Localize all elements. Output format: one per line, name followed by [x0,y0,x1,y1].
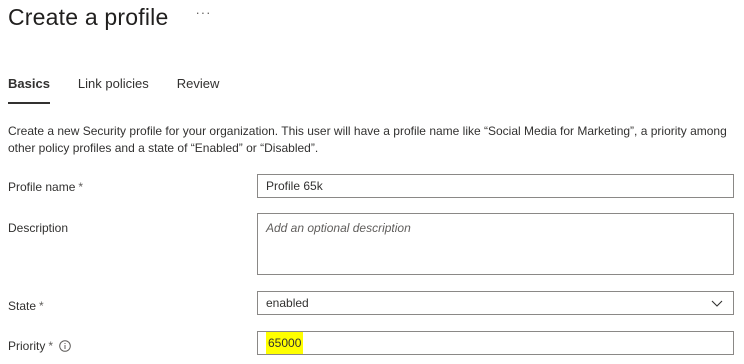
state-selected-value: enabled [266,296,309,310]
state-dropdown[interactable]: enabled [257,291,734,315]
priority-label-text: Priority [8,339,46,353]
intro-description: Create a new Security profile for your o… [8,124,727,155]
priority-value: 65000 [266,332,304,354]
state-label-text: State [8,299,37,313]
page-header: Create a profile ··· [8,0,211,40]
description-label-text: Description [8,221,69,235]
description-textarea[interactable] [257,213,734,275]
profile-name-label-text: Profile name [8,180,76,194]
more-options-button[interactable]: ··· [195,5,211,20]
state-label: State * [8,299,44,313]
profile-name-input[interactable] [257,174,734,198]
info-icon[interactable] [59,340,71,352]
profile-name-label: Profile name * [8,180,83,194]
tab-basics[interactable]: Basics [8,74,50,106]
description-label: Description [8,221,68,235]
required-marker: * [48,339,54,353]
tab-link-policies[interactable]: Link policies [78,74,149,106]
required-marker: * [78,180,84,194]
priority-label: Priority * [8,339,71,353]
page-title: Create a profile [8,4,169,30]
priority-input[interactable]: 65000 [257,331,734,355]
chevron-down-icon [711,300,723,307]
required-marker: * [39,299,44,313]
tab-bar: Basics Link policies Review [8,74,247,106]
tab-review[interactable]: Review [177,74,220,106]
